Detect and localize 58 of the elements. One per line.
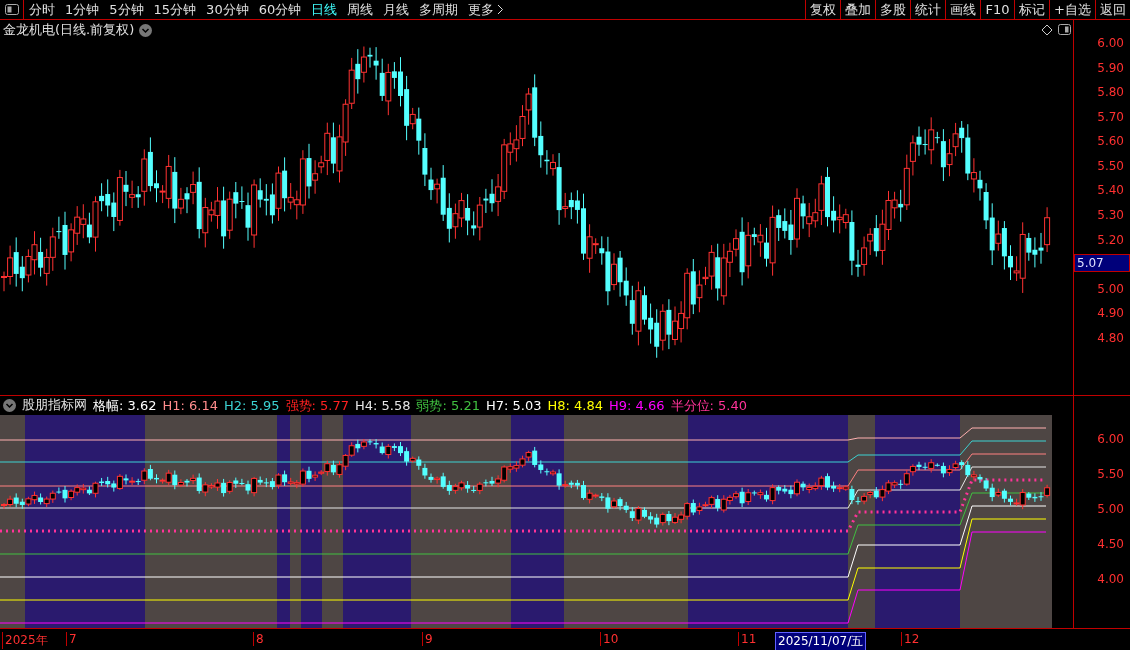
axis-tick-label: 5.00 [1097,502,1124,516]
date-label: 7 [66,632,79,646]
axis-tick-label: 5.00 [1097,281,1124,296]
toolbar-button[interactable]: 叠加 [840,0,876,19]
axis-tick-label: 5.40 [1097,183,1124,198]
indicator-value: H2: 5.95 [224,398,280,413]
axis-tick-label: 4.50 [1097,537,1124,551]
period-tab[interactable]: 5分钟 [104,0,149,19]
toolbar-button[interactable]: F10 [980,0,1015,19]
period-tab[interactable]: 30分钟 [201,0,254,19]
date-label: 2025年 [2,632,50,649]
current-price-tag: 5.07 [1074,254,1130,272]
indicator-value: 格幅: 3.62 [93,396,157,415]
indicator-name: 股朋指标网 [22,397,87,414]
indicator-value: H1: 6.14 [162,398,218,413]
indicator-value: H4: 5.58 [354,398,411,413]
toolbar-button[interactable]: 复权 [805,0,841,19]
indicator-value: 半分位: 5.40 [670,396,747,415]
axis-tick-label: 5.80 [1097,85,1124,100]
axis-tick-label: 5.20 [1097,232,1124,247]
date-label: 2025/11/07/五 [775,632,867,650]
axis-tick-label: 5.70 [1097,109,1124,124]
period-tab[interactable]: 1分钟 [60,0,105,19]
period-tab[interactable]: 周线 [342,0,379,19]
date-label: 8 [253,632,266,646]
indicator-value: H8: 4.84 [547,398,603,413]
toolbar-button[interactable]: 画线 [945,0,981,19]
axis-tick-label: 5.60 [1097,134,1124,149]
axis-tick-label: 6.00 [1097,36,1124,50]
period-tab[interactable]: 15分钟 [148,0,202,19]
toolbar-button[interactable]: +自选 [1049,0,1095,19]
date-label: 10 [600,632,621,646]
date-label: 11 [738,632,759,646]
axis-tick-label: 5.50 [1097,467,1124,481]
toolbar-button[interactable]: 返回 [1095,0,1130,19]
axis-tick-label: 5.50 [1097,158,1124,173]
period-tab[interactable]: 60分钟 [253,0,307,19]
period-tab[interactable]: 月线 [378,0,415,19]
indicator-value: H7: 5.03 [485,398,542,413]
axis-tick-label: 5.90 [1097,60,1124,75]
axis-tick-label: 4.00 [1097,572,1124,586]
axis-tick-label: 4.90 [1097,306,1124,321]
indicator-value: 弱势: 5.21 [416,396,480,415]
chart-title: 金龙机电(日线.前复权) [3,21,135,39]
period-tab[interactable]: 日线 [306,0,343,19]
axis-tick-label: 6.00 [1097,432,1124,446]
period-tab[interactable]: 分时 [24,0,60,19]
indicator-value: 强势: 5.77 [285,396,349,415]
date-label: 12 [901,632,922,646]
toolbar-button[interactable]: 标记 [1014,0,1050,19]
date-label: 9 [422,632,435,646]
axis-tick-label: 5.30 [1097,208,1124,223]
axis-tick-label: 4.80 [1097,330,1124,345]
period-tab[interactable]: 多周期 [414,0,464,19]
more-button[interactable]: 更多 [463,0,510,19]
toolbar-button[interactable]: 多股 [875,0,911,19]
toolbar-button[interactable]: 统计 [910,0,946,19]
indicator-value: H9: 4.66 [609,398,665,413]
